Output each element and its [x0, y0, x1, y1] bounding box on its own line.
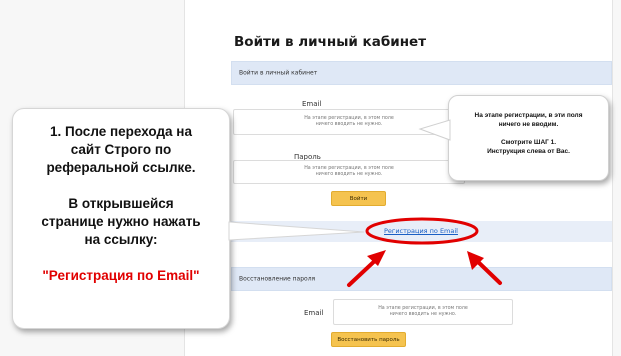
red-arrow-icon [347, 250, 386, 287]
red-arrow-icon [467, 251, 502, 285]
callout-left-pointer [228, 221, 365, 241]
callout-right-pointer [418, 119, 451, 141]
annotation-overlay [228, 119, 502, 287]
red-ellipse-highlight [365, 217, 479, 245]
